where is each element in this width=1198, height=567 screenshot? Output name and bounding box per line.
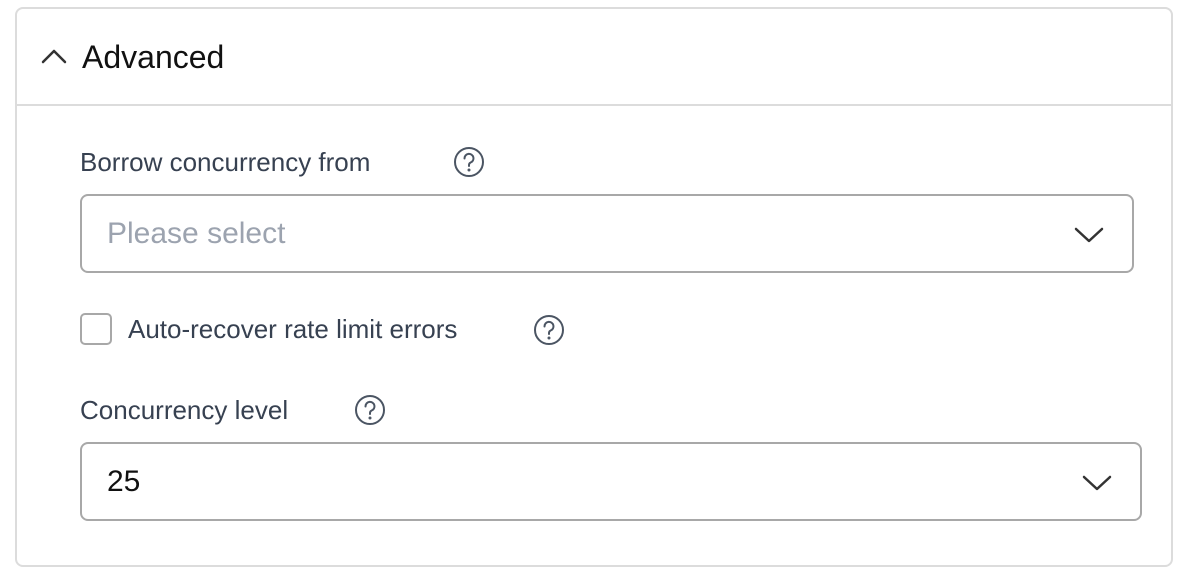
borrow-concurrency-select[interactable]: Please select [80, 194, 1134, 273]
chevron-up-icon[interactable] [41, 48, 67, 64]
chevron-down-icon [1082, 475, 1112, 491]
borrow-concurrency-placeholder: Please select [107, 217, 286, 250]
concurrency-level-label: Concurrency level [80, 395, 289, 425]
section-title: Advanced [82, 39, 225, 75]
auto-recover-label[interactable]: Auto-recover rate limit errors [128, 313, 457, 345]
question-circle-icon[interactable] [354, 394, 386, 426]
borrow-concurrency-label: Borrow concurrency from [80, 147, 371, 177]
auto-recover-checkbox[interactable] [80, 313, 112, 345]
concurrency-level-value: 25 [107, 465, 141, 498]
question-circle-icon[interactable] [453, 146, 485, 178]
advanced-section-header[interactable]: Advanced [17, 9, 1171, 106]
chevron-down-icon [1074, 227, 1104, 243]
concurrency-level-select[interactable]: 25 [80, 442, 1142, 521]
question-circle-icon[interactable] [533, 314, 565, 346]
